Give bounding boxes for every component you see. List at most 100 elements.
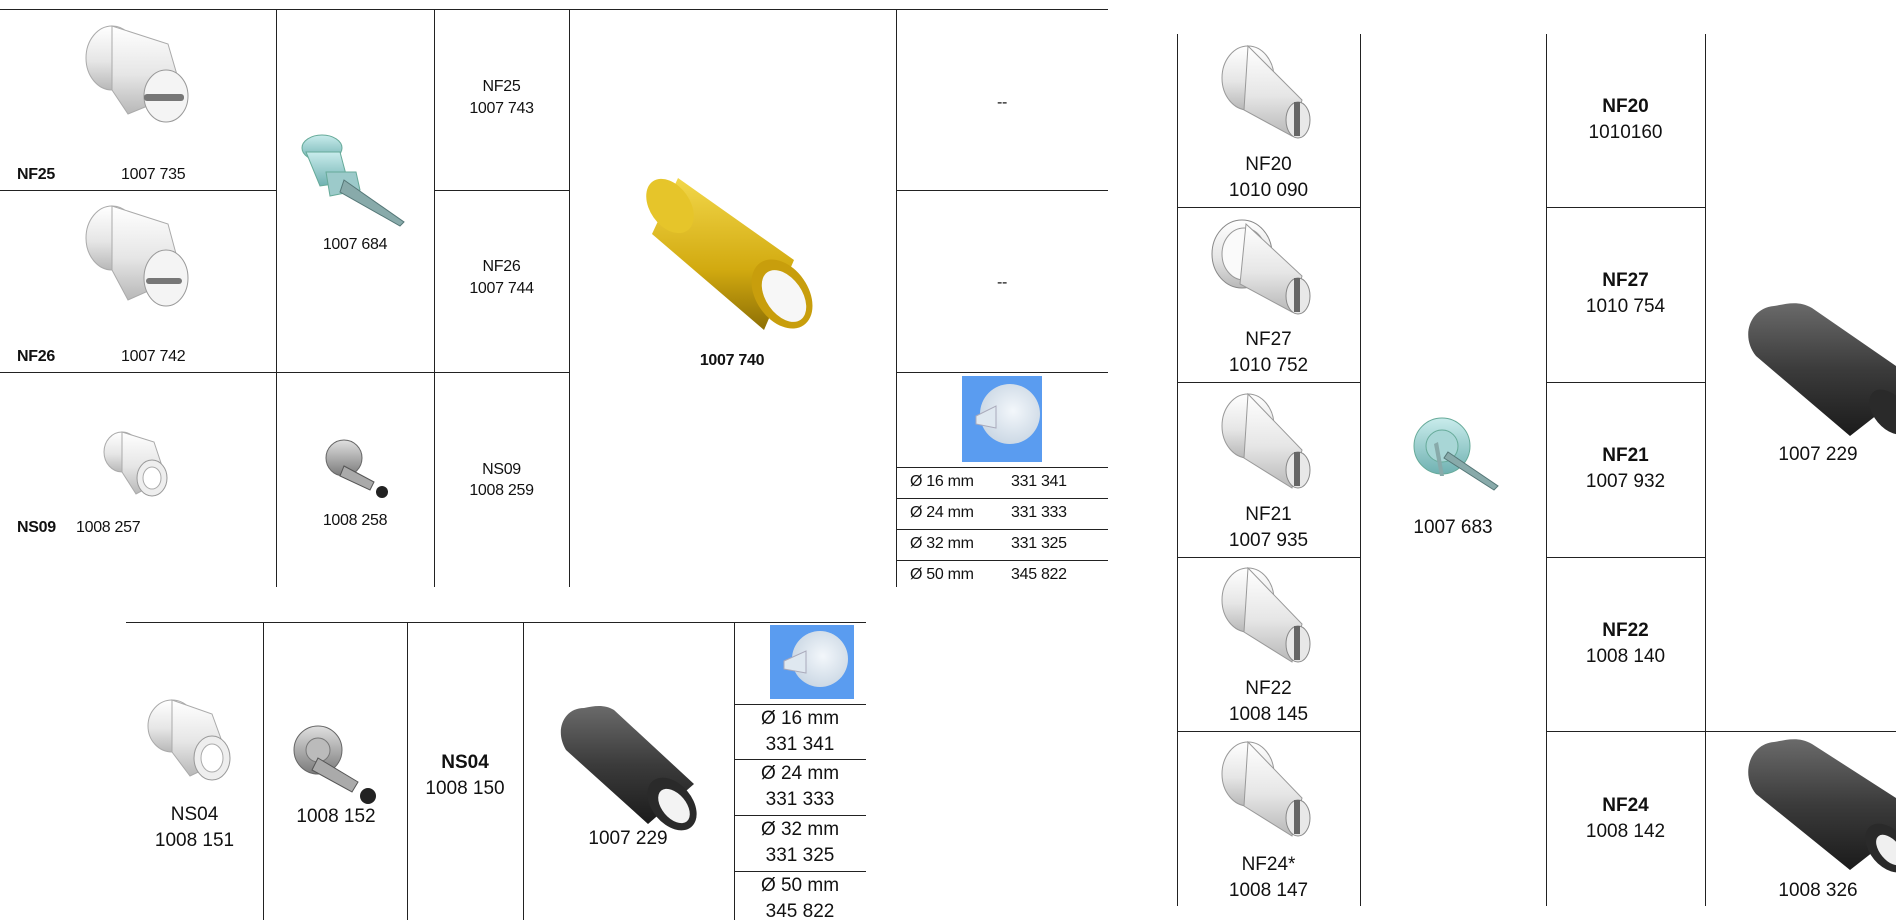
table-divider <box>1360 34 1361 906</box>
size-code-1: 331 341 <box>1011 473 1067 490</box>
sleeve-1007740-image <box>646 178 813 330</box>
cap-ns09: NS09 1008 259 <box>434 460 569 502</box>
table-divider <box>1705 34 1706 906</box>
size-diameter-3: Ø 32 mm <box>760 819 840 840</box>
insert-ns04-image <box>147 699 231 781</box>
size-code-1: 331 341 <box>765 733 835 755</box>
insert-name-nf21: NF21 <box>1245 504 1292 525</box>
size-code-4: 345 822 <box>765 900 835 922</box>
table-divider <box>1177 382 1360 383</box>
cap-nf27: NF27 1010 754 <box>1546 268 1705 319</box>
insert-code-ns04: 1008 151 <box>154 829 235 851</box>
size-4: Ø 50 mm 345 822 <box>734 873 866 924</box>
insert-nf22-image <box>1221 566 1311 663</box>
nozzle-1008258-image <box>325 439 388 498</box>
nozzle-code-1007684: 1007 684 <box>322 236 388 253</box>
cap-code-nf20: 1010160 <box>1588 121 1663 143</box>
cap-nf20: NF20 1010160 <box>1546 94 1705 145</box>
sleeve-code-1007229: 1007 229 <box>588 828 668 849</box>
cap-name-ns09: NS09 <box>482 461 521 478</box>
table-divider <box>896 529 1108 530</box>
insert-nf21-image <box>1221 392 1311 489</box>
table-divider <box>1177 557 1360 558</box>
table-divider <box>1177 207 1360 208</box>
cap-name-nf22: NF22 <box>1602 620 1649 641</box>
cap-nf21: NF21 1007 932 <box>1546 443 1705 494</box>
insert-nf24: NF24* 1008 147 <box>1177 852 1360 903</box>
cap-code-nf22: 1008 140 <box>1585 645 1666 667</box>
table-divider <box>896 9 897 587</box>
nozzle-1008152-image <box>293 725 376 804</box>
cap-nf22: NF22 1008 140 <box>1546 618 1705 669</box>
size-1: Ø 16 mm 331 341 <box>734 706 866 757</box>
size-diameter-3: Ø 32 mm <box>910 535 974 552</box>
size-2: Ø 24 mm 331 333 <box>734 761 866 812</box>
insert-code-ns09: 1008 257 <box>76 519 141 536</box>
table-divider <box>0 372 569 373</box>
table-divider <box>0 190 276 191</box>
insert-nf26-image <box>85 205 189 307</box>
table-divider <box>1546 207 1705 208</box>
size-code-3: 331 325 <box>1011 535 1067 552</box>
cap-code-nf27: 1010 754 <box>1585 295 1666 317</box>
cap-code-ns04: 1008 150 <box>425 777 505 799</box>
cap-nf26: NF26 1007 744 <box>434 256 569 299</box>
nozzle-1007683-image <box>1413 417 1499 491</box>
insert-ns04: NS04 1008 151 <box>126 802 263 853</box>
cap-nf25: NF25 1007 743 <box>434 76 569 119</box>
insert-nf27-image <box>1211 219 1311 315</box>
cap-code-nf21: 1007 932 <box>1585 470 1666 492</box>
cap-name-nf20: NF20 <box>1602 96 1649 117</box>
cap-ns04: NS04 1008 150 <box>407 750 523 801</box>
insert-nf20: NF20 1010 090 <box>1177 152 1360 203</box>
insert-nf21: NF21 1007 935 <box>1177 502 1360 553</box>
insert-code-nf20: 1010 090 <box>1228 179 1309 201</box>
sleeve-1007229-image <box>1748 303 1896 436</box>
table-divider <box>434 190 569 191</box>
table-divider <box>734 815 866 816</box>
insert-ns09-image <box>103 431 168 497</box>
table-divider <box>896 467 1108 468</box>
extra-nf25: -- <box>996 94 1008 111</box>
cap-name-nf26: NF26 <box>482 258 521 275</box>
insert-code-nf22: 1008 145 <box>1228 703 1309 725</box>
sleeve-code-1007740: 1007 740 <box>699 352 765 369</box>
table-divider <box>896 560 1108 561</box>
insert-name-nf27: NF27 <box>1245 329 1292 350</box>
size-code-4: 345 822 <box>1011 566 1067 583</box>
nozzle-1007684-image <box>301 134 405 227</box>
insert-nf27: NF27 1010 752 <box>1177 327 1360 378</box>
cap-code-ns09: 1008 259 <box>469 481 534 499</box>
table-border <box>126 622 866 623</box>
suction-cup-image <box>962 376 1042 462</box>
cap-nf24: NF24 1008 142 <box>1546 793 1705 844</box>
nozzle-code-1008152: 1008 152 <box>296 806 376 827</box>
table-divider <box>896 498 1108 499</box>
sleeve-code-1007229: 1007 229 <box>1778 444 1858 465</box>
cap-code-nf24: 1008 142 <box>1585 820 1666 842</box>
insert-name-nf22: NF22 <box>1245 678 1292 699</box>
size-code-3: 331 325 <box>765 844 835 866</box>
size-diameter-2: Ø 24 mm <box>760 763 840 784</box>
table-divider <box>1546 382 1705 383</box>
table-divider <box>569 9 570 587</box>
table-divider <box>523 622 524 920</box>
insert-name-nf20: NF20 <box>1245 154 1292 175</box>
cap-name-nf24: NF24 <box>1602 795 1649 816</box>
cap-name-nf21: NF21 <box>1602 445 1649 466</box>
size-3: Ø 32 mm 331 325 <box>734 817 866 868</box>
size-diameter-1: Ø 16 mm <box>760 708 840 729</box>
table-divider <box>896 372 1108 373</box>
cap-code-nf25: 1007 743 <box>469 99 534 117</box>
size-diameter-4: Ø 50 mm <box>760 875 840 896</box>
size-code-2: 331 333 <box>1011 504 1067 521</box>
row-name-nf25: NF25 <box>17 166 55 183</box>
size-diameter-1: Ø 16 mm <box>910 473 974 490</box>
cap-code-nf26: 1007 744 <box>469 279 534 297</box>
insert-code-nf21: 1007 935 <box>1228 529 1309 551</box>
table-divider <box>734 704 866 705</box>
sleeve-1008326-image <box>1748 739 1896 873</box>
size-diameter-2: Ø 24 mm <box>910 504 974 521</box>
table-divider <box>276 9 277 587</box>
row-name-nf26: NF26 <box>17 348 55 365</box>
